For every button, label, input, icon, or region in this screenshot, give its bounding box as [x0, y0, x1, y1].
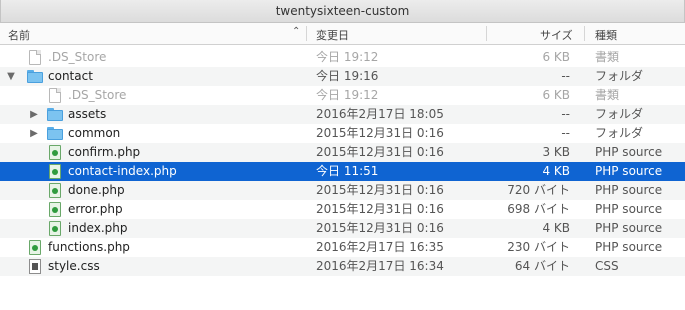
file-row[interactable]: error.php 2015年12月31日 0:16 698 バイト PHP s…	[0, 200, 685, 219]
file-kind: PHP source	[595, 164, 663, 178]
folder-row[interactable]: ▼ contact 今日 19:16 -- フォルダ	[0, 67, 685, 86]
file-size: 230 バイト	[507, 240, 570, 254]
column-header-name[interactable]: 名前	[8, 27, 30, 43]
file-name: done.php	[68, 183, 125, 197]
file-name: error.php	[68, 202, 123, 216]
file-size: 6 KB	[542, 88, 570, 102]
php-file-icon	[48, 183, 63, 198]
file-row-selected[interactable]: contact-index.php 今日 11:51 4 KB PHP sour…	[0, 162, 685, 181]
file-size: --	[561, 69, 570, 83]
folder-icon	[47, 107, 63, 122]
file-name: contact-index.php	[68, 164, 177, 178]
file-size: 3 KB	[542, 145, 570, 159]
file-date: 今日 19:12	[316, 88, 379, 102]
file-date: 2016年2月17日 16:34	[316, 259, 444, 273]
file-date: 2015年12月31日 0:16	[316, 202, 444, 216]
file-date: 2015年12月31日 0:16	[316, 221, 444, 235]
file-date: 今日 11:51	[316, 164, 379, 178]
file-kind: PHP source	[595, 240, 663, 254]
file-row[interactable]: style.css 2016年2月17日 16:34 64 バイト CSS	[0, 257, 685, 276]
folder-row[interactable]: ▶ assets 2016年2月17日 18:05 -- フォルダ	[0, 105, 685, 124]
column-header-kind[interactable]: 種類	[595, 27, 617, 43]
file-name: common	[68, 126, 121, 140]
file-kind: CSS	[595, 259, 619, 273]
folder-row[interactable]: ▶ common 2015年12月31日 0:16 -- フォルダ	[0, 124, 685, 143]
column-separator[interactable]	[584, 26, 585, 41]
file-kind: 書類	[595, 50, 620, 64]
file-name: assets	[68, 107, 107, 121]
php-file-icon	[48, 221, 63, 236]
document-icon	[28, 50, 43, 65]
php-file-icon	[48, 164, 63, 179]
sort-chevron-icon[interactable]: ⌃	[292, 26, 300, 37]
file-name: .DS_Store	[68, 88, 127, 102]
column-separator[interactable]	[486, 26, 487, 41]
php-file-icon	[28, 240, 43, 255]
file-row[interactable]: confirm.php 2015年12月31日 0:16 3 KB PHP so…	[0, 143, 685, 162]
disclosure-collapsed-icon[interactable]: ▶	[28, 105, 40, 124]
document-icon	[48, 88, 63, 103]
window-title: twentysixteen-custom	[275, 4, 410, 18]
file-kind: フォルダ	[595, 107, 644, 121]
empty-row	[0, 276, 685, 295]
file-date: 今日 19:16	[316, 69, 379, 83]
file-name: functions.php	[48, 240, 130, 254]
file-name: contact	[48, 69, 93, 83]
php-file-icon	[48, 145, 63, 160]
file-size: 698 バイト	[507, 202, 570, 216]
file-name: index.php	[68, 221, 128, 235]
file-size: 720 バイト	[507, 183, 570, 197]
file-kind: PHP source	[595, 183, 663, 197]
file-size: 4 KB	[542, 164, 570, 178]
file-row[interactable]: .DS_Store 今日 19:12 6 KB 書類	[0, 48, 685, 67]
file-size: 64 バイト	[514, 259, 570, 273]
file-name: .DS_Store	[48, 50, 107, 64]
disclosure-expanded-icon[interactable]: ▼	[5, 67, 17, 86]
file-kind: フォルダ	[595, 69, 644, 83]
file-kind: PHP source	[595, 145, 663, 159]
folder-icon	[47, 126, 63, 141]
file-kind: PHP source	[595, 221, 663, 235]
file-kind: フォルダ	[595, 126, 644, 140]
file-date: 2015年12月31日 0:16	[316, 145, 444, 159]
file-kind: PHP source	[595, 202, 663, 216]
file-size: --	[561, 107, 570, 121]
file-row[interactable]: .DS_Store 今日 19:12 6 KB 書類	[0, 86, 685, 105]
css-file-icon	[28, 259, 43, 274]
file-size: 6 KB	[542, 50, 570, 64]
column-header-date[interactable]: 変更日	[316, 27, 349, 43]
file-date: 2016年2月17日 18:05	[316, 107, 444, 121]
file-row[interactable]: index.php 2015年12月31日 0:16 4 KB PHP sour…	[0, 219, 685, 238]
file-kind: 書類	[595, 88, 620, 102]
column-header-size[interactable]: サイズ	[540, 27, 573, 43]
column-separator[interactable]	[306, 26, 307, 41]
file-size: 4 KB	[542, 221, 570, 235]
php-file-icon	[48, 202, 63, 217]
file-date: 2015年12月31日 0:16	[316, 183, 444, 197]
column-header: 名前 ⌃ 変更日 サイズ 種類	[0, 23, 685, 45]
file-date: 今日 19:12	[316, 50, 379, 64]
file-date: 2016年2月17日 16:35	[316, 240, 444, 254]
disclosure-collapsed-icon[interactable]: ▶	[28, 124, 40, 143]
window-titlebar: twentysixteen-custom	[0, 0, 685, 23]
folder-icon	[27, 69, 43, 84]
file-row[interactable]: done.php 2015年12月31日 0:16 720 バイト PHP so…	[0, 181, 685, 200]
file-date: 2015年12月31日 0:16	[316, 126, 444, 140]
file-name: confirm.php	[68, 145, 141, 159]
file-size: --	[561, 126, 570, 140]
file-row[interactable]: functions.php 2016年2月17日 16:35 230 バイト P…	[0, 238, 685, 257]
file-name: style.css	[48, 259, 100, 273]
